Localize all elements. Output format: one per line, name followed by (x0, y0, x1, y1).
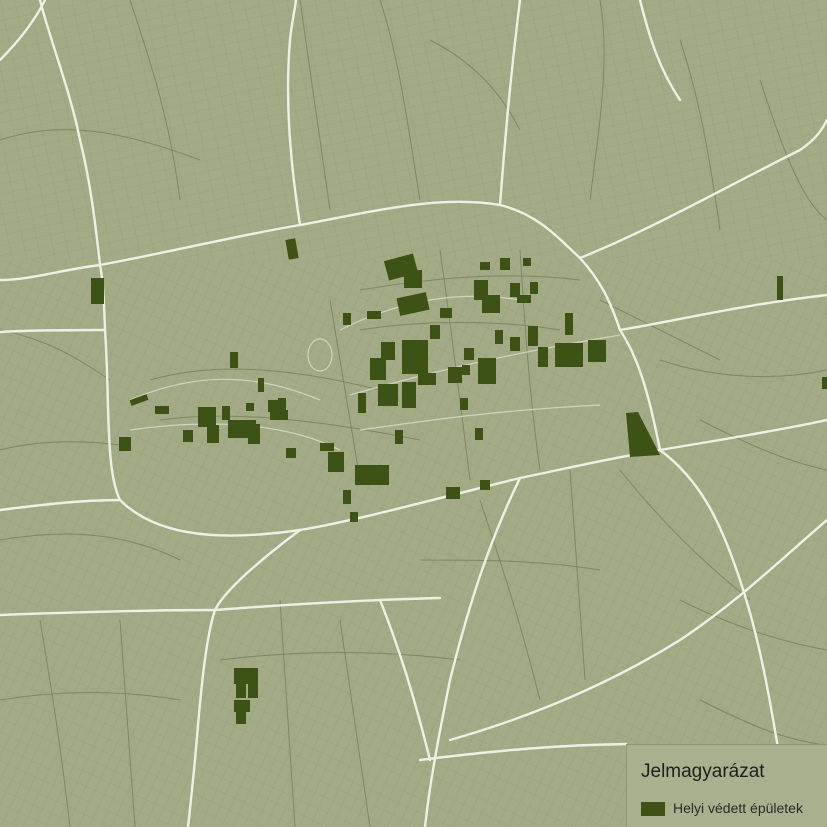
legend-swatch-protected-buildings (641, 802, 665, 816)
map-legend: Jelmagyarázat Helyi védett épületek (626, 744, 827, 827)
city-map[interactable] (0, 0, 827, 827)
legend-label-protected-buildings: Helyi védett épületek (673, 800, 803, 816)
legend-title: Jelmagyarázat (641, 761, 765, 782)
